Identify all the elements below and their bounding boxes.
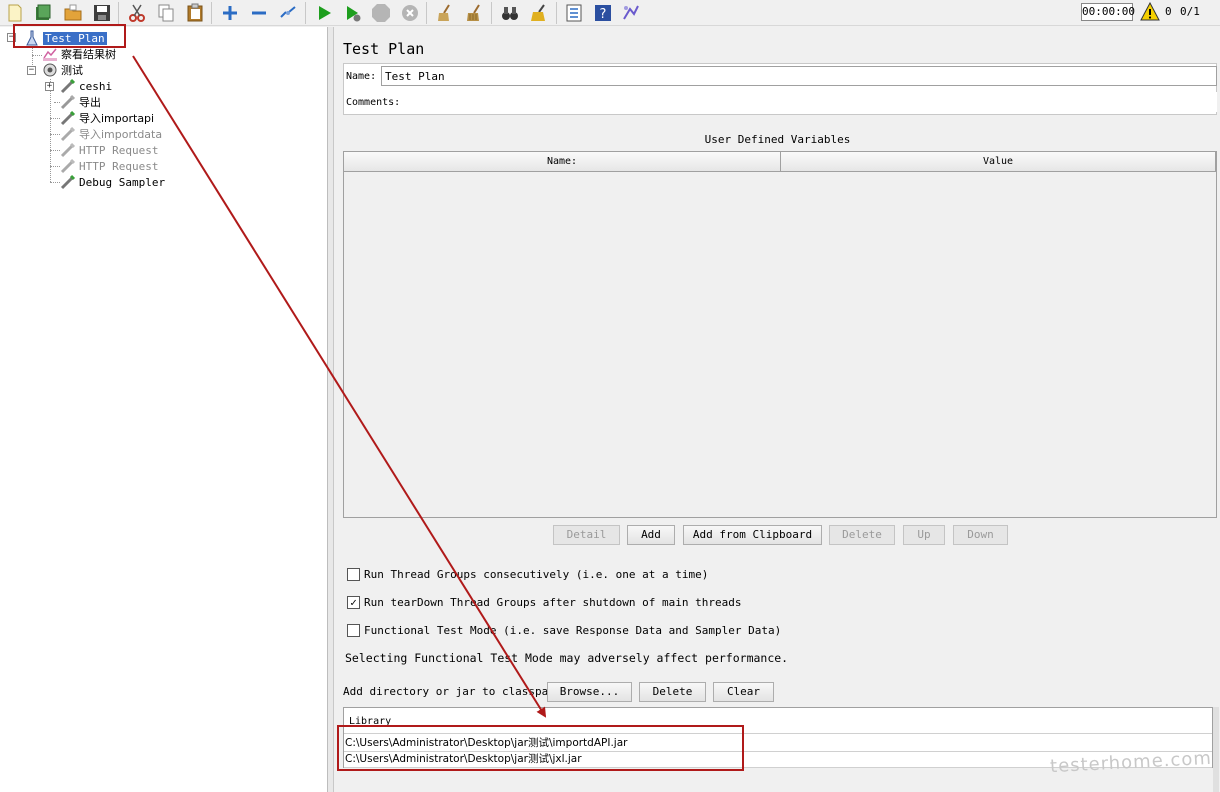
open-folder-icon[interactable]: [62, 2, 84, 24]
page-title: Test Plan: [343, 40, 425, 58]
toggle-icon[interactable]: [277, 2, 299, 24]
tree-node-label: 察看结果树: [61, 48, 116, 61]
tree-node-label: 导入importdata: [79, 128, 163, 141]
sampler-icon: [60, 94, 76, 110]
broom-all-icon[interactable]: [463, 2, 485, 24]
remote-icon[interactable]: [620, 2, 642, 24]
comments-field[interactable]: [400, 92, 1217, 112]
up-button[interactable]: Up: [903, 525, 945, 545]
help-icon[interactable]: ?: [592, 2, 614, 24]
add-button[interactable]: Add: [627, 525, 675, 545]
run-consecutively-checkbox[interactable]: [347, 567, 360, 581]
collapse-test-plan-toggle[interactable]: −: [7, 33, 16, 42]
udv-title: User Defined Variables: [704, 133, 851, 146]
library-column-header[interactable]: Library: [344, 708, 1212, 734]
broom-icon[interactable]: [434, 2, 456, 24]
listener-icon: [42, 46, 58, 62]
tree-node-test-plan[interactable]: Test Plan: [24, 30, 107, 46]
tree-node-label: Test Plan: [43, 31, 107, 45]
shutdown-icon[interactable]: [399, 2, 421, 24]
svg-text:?: ?: [600, 7, 607, 22]
library-scrollbar[interactable]: [1213, 707, 1219, 792]
play-no-pause-icon[interactable]: [342, 2, 364, 24]
collapse-thread-group-toggle[interactable]: −: [27, 66, 36, 75]
tree-node-label: HTTP Request: [79, 143, 159, 157]
warning-icon[interactable]: [1140, 1, 1160, 22]
elapsed-time: 00:00:00: [1081, 3, 1135, 21]
sampler-icon: [60, 142, 76, 158]
clear-button[interactable]: Clear: [713, 682, 774, 702]
classpath-label: Add directory or jar to classpath: [343, 685, 562, 698]
browse-button[interactable]: Browse...: [547, 682, 632, 702]
test-plan-editor: Test Plan Name: Comments: User Defined V…: [335, 27, 1220, 792]
down-button[interactable]: Down: [953, 525, 1008, 545]
run-teardown-option[interactable]: ✓ Run tearDown Thread Groups after shutd…: [347, 594, 742, 610]
tree-node-http-request-2[interactable]: HTTP Request: [60, 158, 158, 174]
add-from-clipboard-button[interactable]: Add from Clipboard: [683, 525, 822, 545]
tree-node-label: 导出: [79, 96, 101, 109]
library-row[interactable]: C:\Users\Administrator\Desktop\jar测试\imp…: [344, 736, 1212, 752]
udv-table[interactable]: Name: Value: [343, 151, 1217, 518]
delete-classpath-button[interactable]: Delete: [639, 682, 706, 702]
detail-button[interactable]: Detail: [553, 525, 620, 545]
stop-icon[interactable]: [370, 2, 392, 24]
name-label: Name:: [346, 71, 377, 82]
sampler-icon: [60, 158, 76, 174]
udv-column-value[interactable]: Value: [781, 152, 1216, 172]
binoculars-icon[interactable]: [499, 2, 521, 24]
sampler-icon: [60, 126, 76, 142]
toolbar: ? 00:00:00 0 0/1: [0, 0, 1220, 26]
tree-node-label: 导入importapi: [79, 112, 155, 125]
test-plan-tree[interactable]: − − + Test Plan 察看结果树 测试 ceshi 导出 导入impo…: [0, 27, 328, 792]
play-icon[interactable]: [313, 2, 335, 24]
checkbox-label: Functional Test Mode (i.e. save Response…: [364, 623, 782, 637]
run-consecutively-option[interactable]: Run Thread Groups consecutively (i.e. on…: [347, 566, 708, 582]
tree-node-thread-group[interactable]: 测试: [42, 62, 83, 78]
tree-node-import-api[interactable]: 导入importapi: [60, 110, 154, 126]
name-field[interactable]: [381, 66, 1217, 86]
checkbox-label: Run Thread Groups consecutively (i.e. on…: [364, 567, 709, 581]
functional-mode-warning: Selecting Functional Test Mode may adver…: [345, 651, 789, 665]
delete-variable-button[interactable]: Delete: [829, 525, 895, 545]
tree-node-label: Debug Sampler: [79, 175, 166, 189]
tree-node-debug-sampler[interactable]: Debug Sampler: [60, 174, 165, 190]
sampler-icon: [60, 110, 76, 126]
sampler-icon: [60, 78, 76, 94]
copy-icon[interactable]: [155, 2, 177, 24]
cut-icon[interactable]: [126, 2, 148, 24]
tree-node-import-data[interactable]: 导入importdata: [60, 126, 162, 142]
sampler-icon: [60, 174, 76, 190]
tree-node-export[interactable]: 导出: [60, 94, 101, 110]
active-threads: 0/1: [1180, 5, 1200, 18]
udv-column-name[interactable]: Name:: [344, 152, 781, 172]
tree-node-label: ceshi: [79, 79, 113, 93]
paste-icon[interactable]: [184, 2, 206, 24]
list-icon[interactable]: [563, 2, 585, 24]
tree-node-label: HTTP Request: [79, 159, 159, 173]
tree-node-results-tree[interactable]: 察看结果树: [42, 46, 116, 62]
reset-search-icon[interactable]: [528, 2, 550, 24]
minus-icon[interactable]: [248, 2, 270, 24]
error-count: 0: [1165, 5, 1172, 18]
expand-ceshi-toggle[interactable]: +: [45, 82, 54, 91]
save-icon[interactable]: [91, 2, 113, 24]
panel-splitter[interactable]: [328, 27, 334, 792]
run-teardown-checkbox[interactable]: ✓: [347, 595, 360, 609]
functional-test-mode-option[interactable]: Functional Test Mode (i.e. save Response…: [347, 622, 781, 638]
tree-node-ceshi[interactable]: ceshi: [60, 78, 112, 94]
checkbox-label: Run tearDown Thread Groups after shutdow…: [364, 595, 742, 609]
name-comments-box: Name: Comments:: [343, 63, 1217, 115]
thread-group-icon: [42, 62, 58, 78]
new-file-icon[interactable]: [4, 2, 26, 24]
plus-icon[interactable]: [219, 2, 241, 24]
tree-node-label: 测试: [61, 64, 83, 77]
functional-test-mode-checkbox[interactable]: [347, 623, 360, 637]
tree-node-http-request-1[interactable]: HTTP Request: [60, 142, 158, 158]
comments-label: Comments:: [346, 97, 401, 108]
test-plan-icon: [24, 30, 40, 46]
templates-icon[interactable]: [32, 2, 54, 24]
